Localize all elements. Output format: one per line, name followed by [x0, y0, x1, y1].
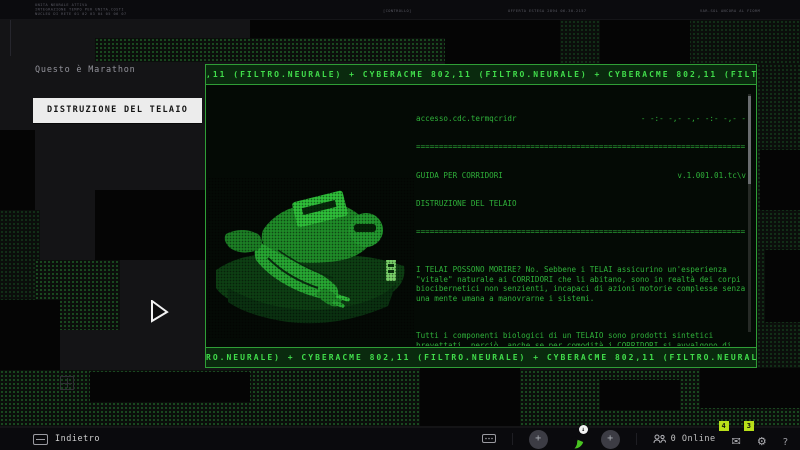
settings-badge: 3	[743, 420, 754, 431]
bg-black-block	[0, 130, 35, 210]
bg-black-block	[0, 300, 60, 370]
gear-icon: ⚙	[756, 434, 767, 448]
page-subtitle: Questo è Marathon	[35, 65, 136, 75]
online-status[interactable]: 0 Online	[653, 434, 716, 444]
doc-paragraph: I TELAI POSSONO MORIRE? No. Sebbene i TE…	[416, 265, 746, 303]
bg-black-block	[420, 368, 520, 426]
chat-icon[interactable]	[481, 433, 496, 445]
doc-paragraph: Tutti i componenti biologici di un TELAI…	[416, 331, 732, 346]
mail-icon: ✉	[731, 434, 741, 448]
divider	[635, 433, 637, 445]
grid-deco-icon	[60, 376, 74, 390]
bg-dither-top-row	[95, 38, 445, 62]
party-slot-add-button[interactable]: +	[528, 429, 548, 449]
party-slot-add-button[interactable]: +	[600, 429, 620, 449]
divider-line: ========================================…	[416, 142, 746, 152]
access-path: accesso.cdc.termqcridr	[416, 113, 517, 123]
destroyed-frame-illustration	[208, 178, 414, 338]
player-emblem[interactable]: ↓	[564, 424, 588, 450]
divider	[511, 433, 513, 445]
mail-button[interactable]: 4 ✉	[718, 420, 741, 449]
bg-black-block	[700, 368, 800, 408]
bg-black-block	[600, 380, 680, 410]
settings-button[interactable]: 3 ⚙	[743, 420, 767, 449]
doc-title: GUIDA PER CORRIDORI	[416, 170, 503, 180]
bg-black-block	[95, 190, 205, 260]
system-readout: UNITA NEURALE ATTIVA INTEGRAZIONE TEMPO …	[35, 3, 127, 17]
help-button[interactable]: ?	[783, 430, 788, 449]
terminal-scrollbar[interactable]	[748, 94, 751, 332]
mouse-cursor	[151, 300, 169, 323]
online-count-label: 0 Online	[670, 434, 716, 444]
doc-version: v.1.001.01.tc\v	[677, 170, 746, 180]
system-readout: [CONTROLLO]	[383, 9, 412, 14]
friends-icon	[653, 434, 666, 444]
terminal-footer-marquee: RO.NEURALE) + CYBERACME 802,11 (FILTRO.N…	[206, 347, 756, 367]
help-icon: ?	[782, 436, 788, 448]
top-system-bar: UNITA NEURALE ATTIVA INTEGRAZIONE TEMPO …	[0, 0, 800, 20]
doc-subtitle: DISTRUZIONE DEL TELAIO	[416, 198, 517, 208]
back-button[interactable]: Indietro	[33, 433, 100, 445]
divider-line: ========================================…	[416, 227, 746, 237]
terminal-header-marquee: ,11 (FILTRO.NEURALE) + CYBERACME 802,11 …	[206, 65, 756, 85]
terminal-body: accesso.cdc.termqcridr - -:- -,- -,- -:-…	[206, 86, 756, 346]
mail-badge: 4	[718, 420, 729, 431]
esc-key-icon	[33, 433, 48, 445]
bg-black-block	[250, 20, 450, 38]
menu-item-distruzione-del-telaio[interactable]: DISTRUZIONE DEL TELAIO	[33, 98, 203, 123]
terminal-document: accesso.cdc.termqcridr - -:- -,- -,- -:-…	[416, 95, 746, 346]
bg-black-block	[90, 372, 250, 402]
back-label: Indietro	[55, 434, 100, 444]
bg-black-block	[445, 20, 560, 64]
terminal-window: ,11 (FILTRO.NEURALE) + CYBERACME 802,11 …	[205, 64, 757, 368]
bg-black-block	[765, 250, 800, 322]
bg-black-block	[760, 150, 800, 210]
download-badge-icon: ↓	[578, 424, 588, 434]
terminal-scrollbar-thumb[interactable]	[748, 96, 751, 184]
bottom-bar: Indietro + ↓ + 0 Online 4 ✉ 3 ⚙ ?	[0, 420, 800, 450]
bg-dither-left	[0, 210, 40, 300]
access-meta: - -:- -,- -,- -:- -,- -	[640, 113, 746, 123]
system-readout: VAR.SOL ANCORA AL FIORM	[700, 9, 761, 14]
bg-dither-right-col	[757, 64, 800, 368]
system-readout: OFFERTA ESTESA 2894 06.30.2157	[508, 9, 587, 14]
